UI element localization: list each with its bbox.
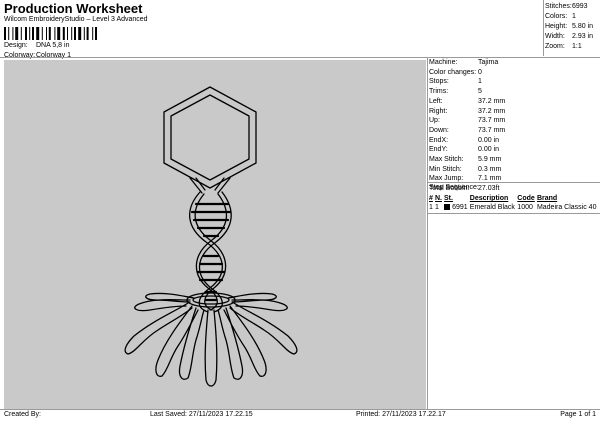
machine-info-value: 73.7 mm: [478, 117, 506, 125]
page-number: Page 1 of 1: [560, 411, 596, 418]
machine-info-label: Left:: [429, 97, 443, 105]
machine-info-value: 7.1 mm: [478, 175, 502, 183]
machine-info-value: 37.2 mm: [478, 97, 506, 105]
row-st: 6991: [452, 204, 468, 211]
machine-info-row: Stops: 1: [429, 77, 599, 87]
last-saved: Last Saved: 27/11/2023 17.22.15: [150, 411, 253, 418]
machine-info-row: Max Stitch: 5.9 mm: [429, 155, 599, 165]
machine-info-row: Min Stitch: 0.3 mm: [429, 165, 599, 175]
machine-info-value: 1: [478, 78, 482, 86]
table-row: 1 1 6991 Emerald Black 1000 Madeira Clas…: [429, 203, 599, 212]
width-label: Width:: [545, 33, 565, 40]
footer-rule: [0, 409, 600, 410]
machine-info-label: Color changes:: [429, 68, 477, 76]
machine-info-label: Right:: [429, 107, 448, 115]
machine-info-row: Up: 73.7 mm: [429, 116, 599, 126]
machine-info-row: EndX: 0.00 in: [429, 136, 599, 146]
machine-info-row: Machine: Tajima: [429, 58, 599, 68]
machine-info-value: 73.7 mm: [478, 126, 506, 134]
machine-info-label: Up:: [429, 117, 440, 125]
design-label: Design:: [4, 42, 28, 49]
design-value: DNA 5,8 in: [36, 42, 70, 49]
hexagon-inner: [170, 94, 250, 181]
machine-info-label: Machine:: [429, 59, 458, 66]
machine-info-value: 0: [478, 68, 482, 76]
col-header-description: Description: [469, 195, 509, 202]
software-subtitle: Wilcom EmbroideryStudio – Level 3 Advanc…: [4, 16, 148, 23]
row-brand: Madeira Classic 40: [536, 204, 597, 211]
machine-info-value: 37.2 mm: [478, 107, 506, 115]
machine-info-label: Max Stitch:: [429, 156, 464, 164]
height-value: 5.80 in: [572, 23, 594, 30]
tail-fiber-center: [204, 309, 218, 387]
printed: Printed: 27/11/2023 17.22.17: [356, 411, 446, 418]
machine-info-value: 5: [478, 88, 482, 96]
machine-info-label: Min Stitch:: [429, 165, 462, 173]
design-preview-canvas: [4, 60, 426, 409]
machine-info-label: EndX:: [429, 136, 449, 144]
machine-info-value: 0.3 mm: [478, 165, 502, 173]
machine-info-row: EndY: 0.00 in: [429, 145, 599, 155]
design-meta: Design: DNA 5,8 in Colorway:Colorway 1: [4, 41, 71, 61]
machine-info-label: EndY:: [429, 146, 448, 154]
zoom-label: Zoom:: [545, 43, 565, 50]
machine-info-row: Right: 37.2 mm: [429, 107, 599, 117]
machine-info-row: Color changes: 0: [429, 68, 599, 78]
machine-info-value: 0.00 in: [478, 136, 500, 144]
machine-info-row: Max Jump: 7.1 mm: [429, 174, 599, 184]
machine-info-label: Stops:: [429, 78, 449, 86]
stop-sequence-header-row: # N. St. Description Code Brand: [429, 194, 599, 203]
tail-fibers-right: [217, 292, 298, 380]
machine-info-value: 27.03ft: [478, 185, 500, 193]
machine-info-row: Left: 37.2 mm: [429, 97, 599, 107]
colors-label: Colors:: [545, 13, 568, 20]
machine-info-value: Tajima: [478, 59, 499, 66]
machine-info-panel: Machine: Tajima Color changes: 0 Stops: 1 Trim…: [429, 58, 599, 194]
col-header-st: St.: [444, 195, 453, 202]
colors-value: 1: [572, 13, 576, 20]
width-value: 2.93 in: [572, 33, 594, 40]
row-description: Emerald Black: [469, 204, 515, 211]
col-header-brand: Brand: [536, 195, 558, 202]
page-title: Production Worksheet: [4, 1, 143, 16]
row-code: 1000: [517, 204, 533, 211]
barcode-icon: [4, 27, 97, 40]
machine-info-value: 5.9 mm: [478, 156, 502, 164]
machine-info-row: Down: 73.7 mm: [429, 126, 599, 136]
stop-sequence-title: Stop Sequence:: [429, 184, 479, 191]
dna-rungs: [190, 202, 232, 302]
machine-info-label: Trims:: [429, 88, 449, 96]
dna-bacteriophage-embroidery-preview: [124, 86, 298, 387]
color-swatch: [444, 204, 451, 211]
stats-panel: Stitches:6993 Colors: 1 Height: 5.80 in Wi…: [545, 2, 600, 52]
height-label: Height:: [545, 23, 568, 30]
stop-table-bottom-rule: [428, 213, 600, 214]
machine-info-label: Down:: [429, 126, 449, 134]
stitches-label: Stitches:: [545, 3, 572, 10]
panel-divider: [427, 58, 428, 410]
machine-info-row: Trims: 5: [429, 87, 599, 97]
tail-fibers-left: [124, 292, 205, 380]
zoom-value: 1:1: [572, 43, 582, 50]
stitches-value: 6993: [572, 3, 588, 10]
stop-sequence-table: # N. St. Description Code Brand 1 1 6991…: [429, 194, 599, 212]
col-header-n: N.: [434, 195, 442, 202]
hexagon-outer: [163, 86, 257, 189]
machine-info-label: Max Jump:: [429, 175, 464, 183]
created-by: Created By:: [4, 411, 41, 418]
col-header-code: Code: [517, 195, 535, 202]
machine-info-value: 0.00 in: [478, 146, 500, 154]
row-n: 1: [434, 204, 439, 211]
stats-divider: [543, 0, 544, 56]
